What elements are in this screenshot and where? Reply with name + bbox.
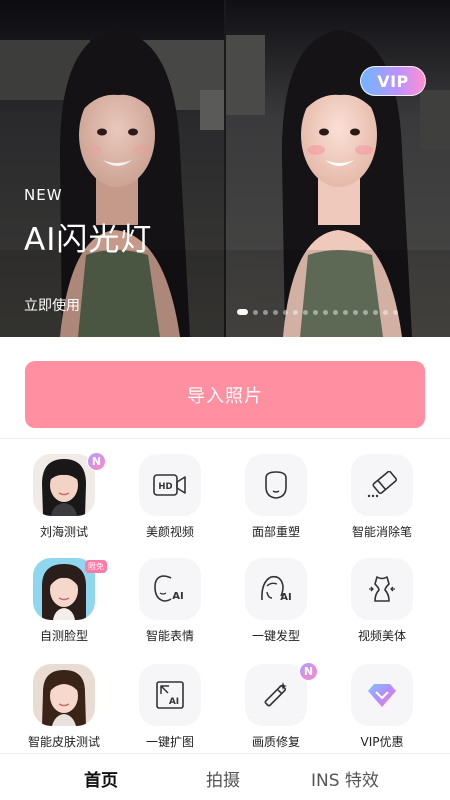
page-dot bbox=[323, 309, 328, 315]
ai-face-icon: AI bbox=[139, 558, 201, 620]
svg-text:HD: HD bbox=[158, 482, 172, 492]
tool-face-shape-test[interactable]: 限免 自测脸型 bbox=[11, 552, 117, 652]
tool-face-reshape[interactable]: 面部重塑 bbox=[223, 448, 329, 548]
bottom-navigation: 首页 拍摄 INS 特效 bbox=[0, 753, 450, 800]
banner-title: AI闪光灯 bbox=[24, 222, 153, 258]
page-dot bbox=[393, 309, 398, 315]
tool-vip-offer[interactable]: VIP优惠 bbox=[329, 658, 435, 753]
page-dot bbox=[293, 309, 298, 315]
page-dot bbox=[283, 309, 288, 315]
nav-tab-camera[interactable]: 拍摄 bbox=[206, 766, 240, 791]
page-dot bbox=[333, 309, 338, 315]
page-dot-active bbox=[237, 309, 248, 315]
page-dot bbox=[383, 309, 388, 315]
tool-label: 画质修复 bbox=[251, 735, 300, 749]
body-shape-icon bbox=[351, 558, 413, 620]
free-limited-badge: 限免 bbox=[85, 560, 107, 573]
tool-label: 智能皮肤测试 bbox=[27, 735, 100, 749]
tool-label: 一键扩图 bbox=[145, 735, 194, 749]
tools-grid: N 刘海测试 HD 美颜视频 面部重塑 智能消除笔 限免 自测脸型 AI 智能表… bbox=[0, 448, 450, 753]
feature-banner[interactable]: VIP NEW AI闪光灯 立即使用 bbox=[0, 0, 450, 337]
banner-photo bbox=[0, 0, 450, 337]
tool-video-body[interactable]: 视频美体 bbox=[329, 552, 435, 652]
banner-new-tag: NEW bbox=[24, 186, 63, 204]
page-dot bbox=[263, 309, 268, 315]
import-photo-button[interactable]: 导入照片 bbox=[25, 361, 425, 428]
banner-page-indicator bbox=[237, 308, 398, 316]
tool-smart-eraser[interactable]: 智能消除笔 bbox=[329, 448, 435, 548]
page-dot bbox=[343, 309, 348, 315]
tool-beauty-video[interactable]: HD 美颜视频 bbox=[117, 448, 223, 548]
page-dot bbox=[303, 309, 308, 315]
nav-tab-ins-effects[interactable]: INS 特效 bbox=[311, 766, 379, 791]
tool-one-click-hairstyle[interactable]: AI 一键发型 bbox=[223, 552, 329, 652]
vip-diamond-icon bbox=[351, 664, 413, 726]
page-dot bbox=[353, 309, 358, 315]
face-outline-icon bbox=[245, 454, 307, 516]
hd-video-icon: HD bbox=[139, 454, 201, 516]
tool-label: 美颜视频 bbox=[145, 525, 194, 539]
section-divider bbox=[0, 438, 450, 439]
ai-hair-icon: AI bbox=[245, 558, 307, 620]
page-dot bbox=[313, 309, 318, 315]
tool-quality-repair[interactable]: N 画质修复 bbox=[223, 658, 329, 753]
page-dot bbox=[273, 309, 278, 315]
tool-label: 智能消除笔 bbox=[351, 525, 412, 539]
tool-label: 自测脸型 bbox=[39, 629, 88, 643]
ai-text: AI bbox=[280, 592, 291, 603]
tool-label: 智能表情 bbox=[145, 629, 194, 643]
tool-label: 刘海测试 bbox=[39, 525, 88, 539]
tool-label: VIP优惠 bbox=[360, 735, 404, 749]
bangs-portrait-thumbnail bbox=[33, 454, 95, 516]
tool-label: 面部重塑 bbox=[251, 525, 300, 539]
tool-smart-expression[interactable]: AI 智能表情 bbox=[117, 552, 223, 652]
magic-wand-icon bbox=[245, 664, 307, 726]
nav-tab-home[interactable]: 首页 bbox=[84, 766, 118, 791]
banner-use-now-link[interactable]: 立即使用 bbox=[24, 295, 80, 315]
page-dot bbox=[363, 309, 368, 315]
tool-one-click-expand[interactable]: AI 一键扩图 bbox=[117, 658, 223, 753]
new-badge: N bbox=[87, 452, 106, 471]
page-dot bbox=[373, 309, 378, 315]
ai-text: AI bbox=[169, 697, 179, 707]
tool-label: 一键发型 bbox=[251, 629, 300, 643]
ai-text: AI bbox=[172, 591, 183, 602]
new-badge: N bbox=[299, 662, 318, 681]
vip-badge: VIP bbox=[360, 66, 426, 96]
eraser-icon bbox=[351, 454, 413, 516]
tool-label: 视频美体 bbox=[357, 629, 406, 643]
ai-expand-icon: AI bbox=[139, 664, 201, 726]
skin-portrait-thumbnail bbox=[33, 664, 95, 726]
tool-skin-test[interactable]: 智能皮肤测试 bbox=[11, 658, 117, 753]
tool-bangs-test[interactable]: N 刘海测试 bbox=[11, 448, 117, 548]
page-dot bbox=[253, 309, 258, 315]
